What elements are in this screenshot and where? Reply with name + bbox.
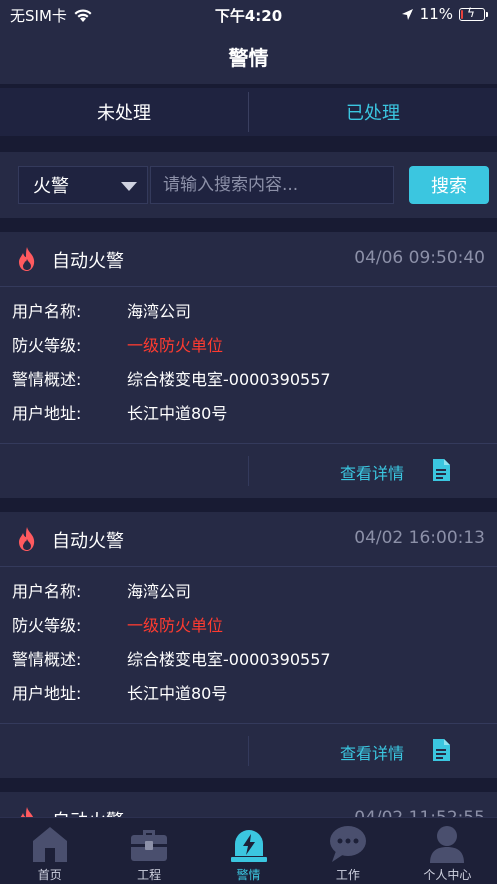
tabbar-home-label: 首页 [37,868,62,882]
row-summary: 警情概述: 综合楼变电室-0000390557 [0,641,497,675]
battery-icon: ϟ [459,5,488,21]
row-fire-level: 防火等级: 一级防火单位 [0,327,497,361]
nav-bar: 警情 [0,28,497,84]
alarm-light-icon [230,830,267,862]
value-address: 长江中道80号 [127,404,228,423]
status-bar: 无SIM卡 下午4:20 11% ϟ [0,0,497,28]
alert-card-footer: 查看详情 [0,444,497,498]
value-user-name: 海湾公司 [127,582,192,601]
alert-card-body: 用户名称: 海湾公司 防火等级: 一级防火单位 警情概述: 综合楼变电室-000… [0,567,497,724]
alert-title: 自动火警 [52,531,124,552]
alert-card-header: 自动火警 04/02 16:00:13 [0,512,497,567]
row-user-name: 用户名称: 海湾公司 [0,293,497,327]
document-icon[interactable] [431,458,451,482]
status-tabs: 未处理 已处理 [0,88,497,136]
row-address: 用户地址: 长江中道80号 [0,675,497,709]
toolbox-icon [131,830,168,861]
footer-divider [248,456,249,486]
tabbar-profile[interactable]: 个人中心 [398,818,497,884]
user-icon [430,826,465,863]
label-fire-level: 防火等级: [12,336,82,355]
row-fire-level: 防火等级: 一级防火单位 [0,607,497,641]
status-right: 11% ϟ [401,5,488,23]
label-address: 用户地址: [12,684,82,703]
tabbar-work-label: 工作 [335,868,360,882]
tab-processed[interactable]: 已处理 [249,88,497,136]
search-bar: 火警 搜索 [0,152,497,218]
label-fire-level: 防火等级: [12,616,82,635]
tabbar-work[interactable]: 工作 [298,818,397,884]
search-button[interactable]: 搜索 [409,166,489,204]
value-user-name: 海湾公司 [127,302,192,321]
value-fire-level: 一级防火单位 [127,616,224,635]
row-user-name: 用户名称: 海湾公司 [0,573,497,607]
page-title: 警情 [228,45,269,70]
caret-down-icon [121,182,137,191]
tabbar-profile-label: 个人中心 [423,868,472,882]
label-address: 用户地址: [12,404,82,423]
alert-card: 自动火警 04/06 09:50:40 用户名称: 海湾公司 防火等级: 一级防… [0,232,497,498]
alert-card-footer: 查看详情 [0,724,497,778]
battery-percent: 11% [419,5,453,23]
category-select[interactable]: 火警 [18,166,148,204]
row-summary: 警情概述: 综合楼变电室-0000390557 [0,361,497,395]
row-address: 用户地址: 长江中道80号 [0,395,497,429]
view-detail-link[interactable]: 查看详情 [340,740,404,764]
search-input[interactable] [150,166,394,204]
charging-bolt-icon: ϟ [467,5,475,20]
label-summary: 警情概述: [12,650,82,669]
footer-divider [248,736,249,766]
fire-icon [19,247,35,271]
alert-title: 自动火警 [52,251,124,272]
home-icon [32,827,67,862]
value-summary: 综合楼变电室-0000390557 [127,650,331,669]
value-address: 长江中道80号 [127,684,228,703]
label-summary: 警情概述: [12,370,82,389]
tabbar-project[interactable]: 工程 [99,818,198,884]
document-icon[interactable] [431,738,451,762]
battery-fill [461,9,463,19]
category-select-value: 火警 [33,176,69,197]
alert-card: 自动火警 04/02 16:00:13 用户名称: 海湾公司 防火等级: 一级防… [0,512,497,778]
alert-time: 04/02 16:00:13 [354,528,485,548]
alert-card-body: 用户名称: 海湾公司 防火等级: 一级防火单位 警情概述: 综合楼变电室-000… [0,287,497,444]
tabbar-home[interactable]: 首页 [0,818,99,884]
fire-icon [19,527,35,551]
alert-time: 04/06 09:50:40 [354,248,485,268]
location-arrow-icon [401,8,413,20]
view-detail-link[interactable]: 查看详情 [340,460,404,484]
alert-card-header: 自动火警 04/06 09:50:40 [0,232,497,287]
tab-unprocessed[interactable]: 未处理 [0,88,248,136]
chat-icon [329,826,366,862]
value-summary: 综合楼变电室-0000390557 [127,370,331,389]
tabbar-project-label: 工程 [137,868,162,882]
label-user-name: 用户名称: [12,582,82,601]
tabbar-alarm-label: 警情 [236,868,261,882]
bottom-tab-bar: 首页 工程 警情 工作 个人中心 [0,817,497,884]
value-fire-level: 一级防火单位 [127,336,224,355]
tabbar-alarm[interactable]: 警情 [199,818,298,884]
label-user-name: 用户名称: [12,302,82,321]
